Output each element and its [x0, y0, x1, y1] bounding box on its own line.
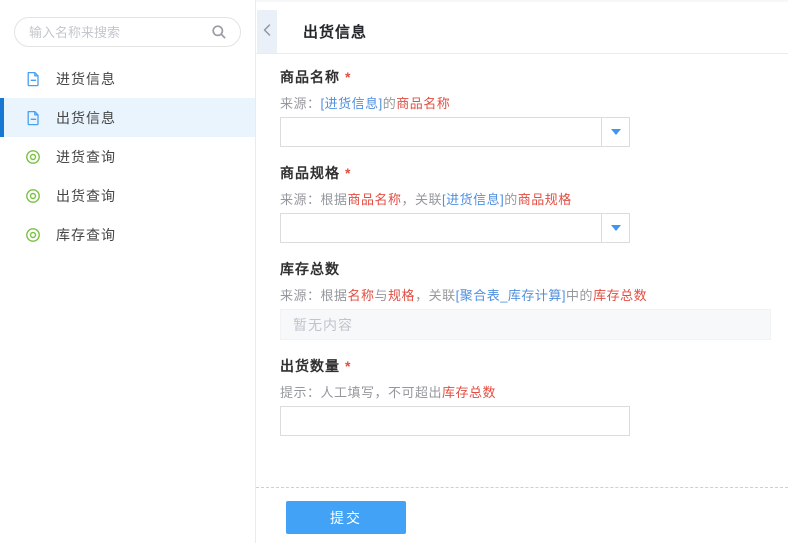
field-label: 商品名称 * — [280, 68, 788, 86]
sidebar-item-label: 库存查询 — [56, 225, 116, 245]
search-input[interactable] — [27, 24, 210, 41]
field-label: 出货数量 * — [280, 357, 788, 375]
field-label-text: 商品名称 — [280, 69, 340, 85]
required-asterisk: * — [345, 165, 351, 181]
hint-segment: 中的 — [566, 288, 593, 303]
hint-segment: 商品规格 — [518, 192, 572, 207]
field-label-text: 出货数量 — [280, 358, 340, 374]
query-target-icon — [25, 149, 41, 165]
form-footer: 提交 — [256, 501, 788, 534]
hint-segment: 库存总数 — [593, 288, 647, 303]
sidebar-item-label: 出货查询 — [56, 186, 116, 206]
hint-segment: ，关联 — [402, 192, 443, 207]
document-icon — [25, 110, 41, 126]
select-value — [281, 214, 601, 242]
form-area: 商品名称* 来源：[进货信息]的商品名称 商品规格* 来 — [256, 54, 788, 436]
hint-segment: [聚合表_库存计算] — [456, 288, 566, 303]
hint-segment: 与 — [375, 288, 389, 303]
hint-segment: 商品名称 — [348, 192, 402, 207]
hint-segment: 来源：根据 — [280, 192, 348, 207]
field-label-text: 库存总数 — [280, 261, 340, 277]
page-header: 出货信息 — [256, 10, 788, 54]
field-label-text: 商品规格 — [280, 165, 340, 181]
inventory-total-input — [280, 309, 771, 340]
sidebar-item-label: 出货信息 — [56, 108, 116, 128]
required-asterisk: * — [345, 358, 351, 374]
sidebar-item-purchase-info[interactable]: 进货信息 — [0, 59, 255, 98]
dashed-divider — [256, 487, 788, 488]
sidebar-item-purchase-query[interactable]: 进货查询 — [0, 137, 255, 176]
query-target-icon — [25, 227, 41, 243]
hint-segment: 的 — [383, 96, 397, 111]
sidebar-menu: 进货信息 出货信息 — [0, 59, 255, 254]
chevron-down-icon[interactable] — [601, 118, 629, 146]
field-hint: 来源：[进货信息]的商品名称 — [280, 96, 788, 112]
hint-segment: 来源： — [280, 96, 321, 111]
select-value — [281, 118, 601, 146]
field-hint: 提示：人工填写，不可超出库存总数 — [280, 385, 788, 401]
hint-segment: 的 — [504, 192, 518, 207]
query-target-icon — [25, 188, 41, 204]
hint-segment: 来源：根据 — [280, 288, 348, 303]
field-hint: 来源：根据商品名称，关联[进货信息]的商品规格 — [280, 192, 788, 208]
field-label: 库存总数 — [280, 260, 788, 278]
search-box[interactable] — [14, 17, 241, 47]
hint-segment: 提示：人工填写，不可超出 — [280, 385, 442, 400]
page-title: 出货信息 — [303, 21, 367, 42]
field-hint: 来源：根据名称与规格，关联[聚合表_库存计算]中的库存总数 — [280, 288, 788, 304]
product-name-select[interactable] — [280, 117, 630, 147]
hint-segment: [进货信息] — [442, 192, 504, 207]
field-inventory-total: 库存总数 来源：根据名称与规格，关联[聚合表_库存计算]中的库存总数 — [280, 260, 788, 340]
hint-segment: [进货信息] — [321, 96, 383, 111]
hint-segment: 名称 — [348, 288, 375, 303]
sidebar-item-inventory-query[interactable]: 库存查询 — [0, 215, 255, 254]
chevron-down-icon[interactable] — [601, 214, 629, 242]
hint-segment: 库存总数 — [442, 385, 496, 400]
product-spec-select[interactable] — [280, 213, 630, 243]
sidebar-item-label: 进货信息 — [56, 69, 116, 89]
shipping-quantity-input[interactable] — [280, 406, 630, 436]
hint-segment: ，关联 — [415, 288, 456, 303]
chevron-left-icon — [261, 23, 273, 40]
hint-segment: 规格 — [388, 288, 415, 303]
field-label: 商品规格 * — [280, 164, 788, 182]
field-product-spec: 商品规格* 来源：根据商品名称，关联[进货信息]的商品规格 — [280, 164, 788, 243]
document-icon — [25, 71, 41, 87]
sidebar-item-label: 进货查询 — [56, 147, 116, 167]
back-button[interactable] — [257, 10, 277, 53]
field-shipping-quantity: 出货数量 * 提示：人工填写，不可超出库存总数 — [280, 357, 788, 436]
required-asterisk: * — [345, 69, 351, 85]
main-panel: 出货信息 商品名称* 来源：[进货信息]的商品名称 — [256, 0, 788, 543]
hint-segment: 商品名称 — [396, 96, 450, 111]
submit-button[interactable]: 提交 — [286, 501, 406, 534]
app-window: 进货信息 出货信息 — [0, 0, 788, 543]
sidebar: 进货信息 出货信息 — [0, 0, 256, 543]
search-icon[interactable] — [210, 23, 228, 41]
sidebar-item-shipping-query[interactable]: 出货查询 — [0, 176, 255, 215]
sidebar-item-shipping-info[interactable]: 出货信息 — [0, 98, 255, 137]
field-product-name: 商品名称* 来源：[进货信息]的商品名称 — [280, 68, 788, 147]
